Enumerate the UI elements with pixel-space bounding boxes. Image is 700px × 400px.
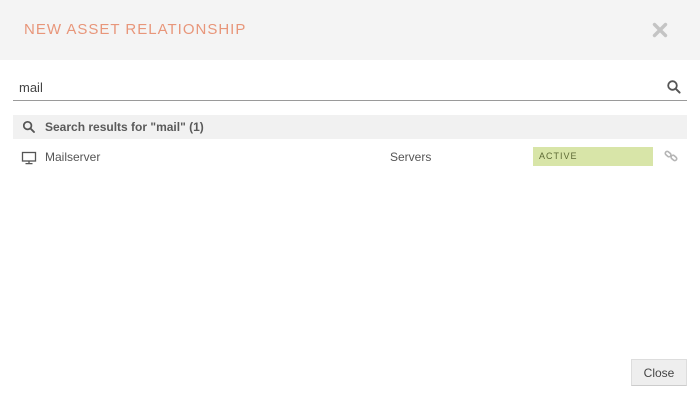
close-x-icon[interactable]	[648, 18, 672, 42]
link-icon[interactable]	[664, 149, 678, 163]
dialog-title: NEW ASSET RELATIONSHIP	[24, 21, 247, 38]
search-icon	[22, 120, 36, 134]
list-item[interactable]: Mailserver Servers ACTIVE	[13, 144, 687, 170]
asset-name: Mailserver	[45, 150, 101, 164]
search-results-header: Search results for "mail" (1)	[13, 115, 687, 139]
search-results-label: Search results for "mail" (1)	[45, 120, 204, 134]
status-badge: ACTIVE	[533, 147, 653, 166]
search-bar	[13, 74, 687, 101]
search-icon[interactable]	[666, 79, 682, 95]
dialog-header: NEW ASSET RELATIONSHIP	[0, 0, 700, 60]
asset-category: Servers	[390, 150, 432, 164]
search-input[interactable]	[13, 74, 653, 100]
monitor-icon	[21, 151, 37, 165]
close-button[interactable]: Close	[631, 359, 687, 386]
new-asset-relationship-dialog: NEW ASSET RELATIONSHIP Search results fo…	[0, 0, 700, 400]
